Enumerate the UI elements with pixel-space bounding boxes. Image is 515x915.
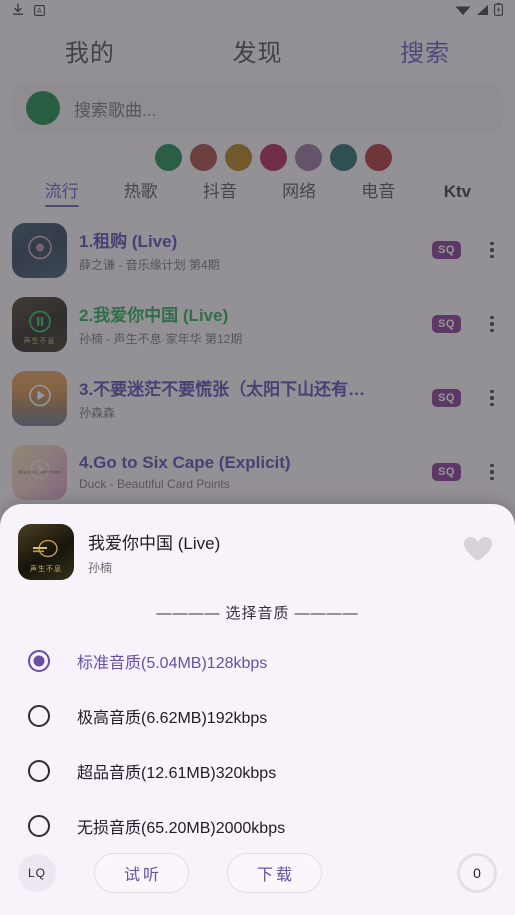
- download-counter[interactable]: 0: [457, 853, 497, 893]
- album-art-label: 声生不息: [30, 566, 62, 573]
- artist-name: 孙楠: [88, 560, 113, 575]
- quality-section-header: ———— 选择音质 ————: [156, 605, 359, 622]
- quality-option-lossless[interactable]: 无损音质(65.20MB)2000kbps: [0, 798, 515, 853]
- phone-screen: A 我的 发现 搜索: [0, 0, 515, 915]
- download-button[interactable]: 下载: [227, 853, 322, 893]
- quality-option-high[interactable]: 极高音质(6.62MB)192kbps: [0, 688, 515, 743]
- radio-button[interactable]: [28, 814, 50, 837]
- quality-bottom-sheet: 声生不息 我爱你中国 (Live) 孙楠 ———— 选择音质 ———— 标准音质…: [0, 504, 515, 915]
- quality-option-label: 极高音质(6.62MB)192kbps: [77, 709, 268, 727]
- sheet-action-bar: LQ 试听 下载 0: [0, 853, 515, 915]
- album-art-decoration: [29, 537, 63, 568]
- album-art: 声生不息: [18, 524, 74, 580]
- radio-button[interactable]: [28, 704, 50, 727]
- radio-button[interactable]: [28, 649, 50, 672]
- quality-option-superior[interactable]: 超品音质(12.61MB)320kbps: [0, 743, 515, 798]
- quality-option-standard[interactable]: 标准音质(5.04MB)128kbps: [0, 633, 515, 688]
- sheet-song-info: 我爱你中国 (Live) 孙楠: [88, 529, 449, 576]
- heart-icon[interactable]: [463, 536, 497, 568]
- quality-option-label: 超品音质(12.61MB)320kbps: [77, 764, 277, 782]
- quality-option-label: 标准音质(5.04MB)128kbps: [77, 654, 268, 672]
- quality-option-label: 无损音质(65.20MB)2000kbps: [77, 819, 286, 837]
- radio-button[interactable]: [28, 759, 50, 782]
- quality-chip-lq[interactable]: LQ: [18, 854, 56, 892]
- preview-button[interactable]: 试听: [94, 853, 189, 893]
- sheet-header: 声生不息 我爱你中国 (Live) 孙楠: [0, 514, 515, 580]
- page-title: 我爱你中国 (Live): [88, 533, 221, 553]
- quality-option-list: 标准音质(5.04MB)128kbps 极高音质(6.62MB)192kbps …: [0, 629, 515, 853]
